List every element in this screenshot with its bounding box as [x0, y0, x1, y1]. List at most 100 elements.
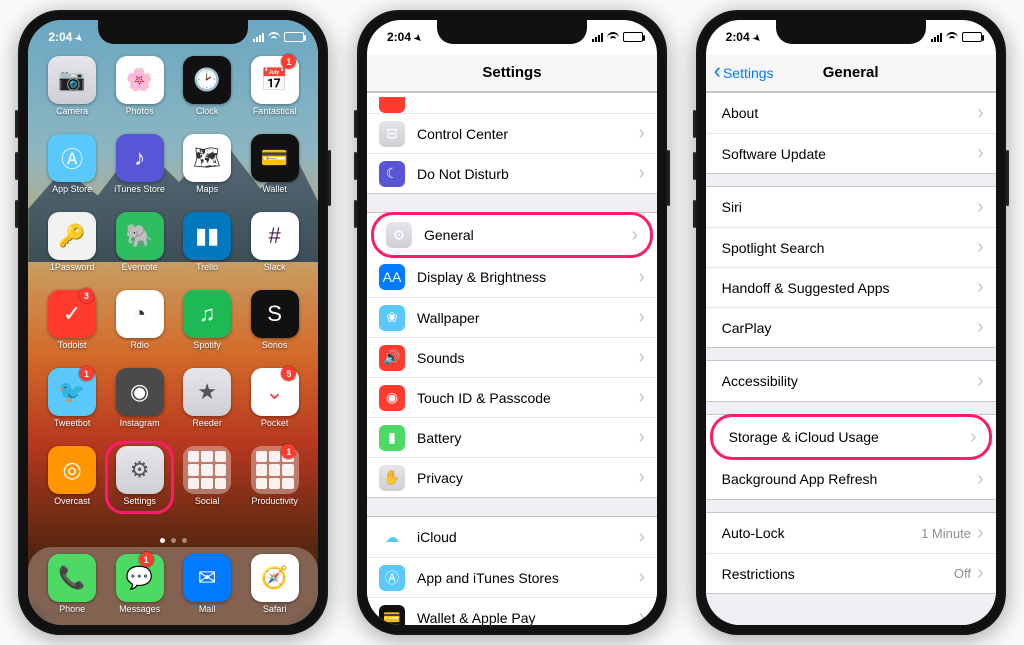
general-row-bg-refresh[interactable]: Background App Refresh — [706, 459, 996, 499]
app-label: Rdio — [130, 340, 149, 350]
app-fantastical[interactable]: 📅Fantastical1 — [243, 56, 307, 132]
sonos-icon: S — [251, 290, 299, 338]
row-label: Touch ID & Passcode — [417, 390, 638, 406]
app-label: Evernote — [122, 262, 158, 272]
row-label: Siri — [722, 199, 977, 215]
dock-app-phone[interactable]: 📞Phone — [48, 554, 96, 614]
app-evernote[interactable]: 🐘Evernote — [108, 212, 172, 288]
app-label: Maps — [196, 184, 218, 194]
app-tweetbot[interactable]: 🐦Tweetbot1 — [40, 368, 104, 444]
phone-icon: 📞 — [48, 554, 96, 602]
settings-row-control-center[interactable]: ⊟Control Center — [367, 113, 657, 153]
general-row-about[interactable]: About — [706, 93, 996, 133]
app-instagram[interactable]: ◉Instagram — [108, 368, 172, 444]
app-trello[interactable]: ▮▮Trello — [175, 212, 239, 288]
app-itunes[interactable]: ♪iTunes Store — [108, 134, 172, 210]
general-row-spotlight[interactable]: Spotlight Search — [706, 227, 996, 267]
settings-list[interactable]: ⊟Control Center☾Do Not Disturb⚙GeneralAA… — [367, 92, 657, 625]
settings-row-general[interactable]: ⚙General — [374, 215, 650, 255]
general-row-siri[interactable]: Siri — [706, 187, 996, 227]
app-social[interactable]: Social — [175, 446, 239, 522]
settings-row-airplane — [367, 93, 657, 113]
chevron-right-icon — [638, 306, 645, 329]
settings-row-wallet-pay[interactable]: 💳Wallet & Apple Pay — [367, 597, 657, 625]
row-label: Handoff & Suggested Apps — [722, 280, 977, 296]
general-row-accessibility[interactable]: Accessibility — [706, 361, 996, 401]
chevron-right-icon — [977, 276, 984, 299]
maps-icon: 🗺 — [183, 134, 231, 182]
settings-row-wallpaper[interactable]: ❀Wallpaper — [367, 297, 657, 337]
nav-bar: Settings General — [706, 54, 996, 92]
airplane-icon — [379, 97, 405, 113]
general-row-storage[interactable]: Storage & iCloud Usage — [713, 417, 989, 457]
badge: 1 — [79, 366, 94, 381]
general-row-carplay[interactable]: CarPlay — [706, 307, 996, 347]
settings-row-touchid[interactable]: ◉ Touch ID & Passcode — [367, 377, 657, 417]
app-slack[interactable]: #Slack — [243, 212, 307, 288]
dock-app-safari[interactable]: 🧭Safari — [251, 554, 299, 614]
icloud-icon: ☁ — [379, 524, 405, 550]
app-photos[interactable]: 🌸Photos — [108, 56, 172, 132]
app-pocket[interactable]: ⌄Pocket5 — [243, 368, 307, 444]
app-label: Trello — [196, 262, 218, 272]
general-row-software-update[interactable]: Software Update — [706, 133, 996, 173]
app-label: 1Password — [50, 262, 95, 272]
app-maps[interactable]: 🗺 Maps — [175, 134, 239, 210]
chevron-right-icon — [977, 522, 984, 545]
row-value: 1 Minute — [921, 526, 971, 541]
row-label: App and iTunes Stores — [417, 570, 638, 586]
chevron-right-icon — [638, 606, 645, 625]
app-overcast[interactable]: ◎Overcast — [40, 446, 104, 522]
back-button[interactable]: Settings — [714, 64, 774, 81]
app-wallet[interactable]: 💳Wallet — [243, 134, 307, 210]
app-label: Fantastical — [253, 106, 297, 116]
row-value: Off — [954, 566, 971, 581]
row-label: Privacy — [417, 470, 638, 486]
settings-row-battery[interactable]: ▮Battery — [367, 417, 657, 457]
badge: 3 — [79, 288, 94, 303]
spotify-icon: ♫ — [183, 290, 231, 338]
location-icon — [753, 30, 761, 44]
app-appstore[interactable]: ⒶApp Store — [40, 134, 104, 210]
settings-row-dnd[interactable]: ☾Do Not Disturb — [367, 153, 657, 193]
app-1password[interactable]: 🔑 1Password — [40, 212, 104, 288]
general-row-handoff[interactable]: Handoff & Suggested Apps — [706, 267, 996, 307]
app-label: Productivity — [251, 496, 298, 506]
general-row-auto-lock[interactable]: Auto-Lock1 Minute — [706, 513, 996, 553]
app-productivity[interactable]: Productivity1 — [243, 446, 307, 522]
dock-app-mail[interactable]: ✉Mail — [183, 554, 231, 614]
app-clock[interactable]: 🕑Clock — [175, 56, 239, 132]
app-label: Overcast — [54, 496, 90, 506]
touchid-icon: ◉ — [379, 385, 405, 411]
app-todoist[interactable]: ✓Todoist3 — [40, 290, 104, 366]
app-rdio[interactable]: ◔Rdio — [108, 290, 172, 366]
app-settings[interactable]: ⚙Settings — [108, 446, 172, 522]
general-row-restrictions[interactable]: RestrictionsOff — [706, 553, 996, 593]
app-reeder[interactable]: ★Reeder — [175, 368, 239, 444]
wallpaper-icon: ❀ — [379, 305, 405, 331]
sounds-icon: 🔊 — [379, 345, 405, 371]
row-label: Restrictions — [722, 566, 954, 582]
settings-row-stores[interactable]: ⒶApp and iTunes Stores — [367, 557, 657, 597]
settings-row-sounds[interactable]: 🔊Sounds — [367, 337, 657, 377]
cell-signal-icon — [253, 32, 264, 42]
general-list[interactable]: AboutSoftware Update Siri Spotlight Search… — [706, 92, 996, 625]
dock-app-messages[interactable]: 💬Messages1 — [116, 554, 164, 614]
1password-icon: 🔑 — [48, 212, 96, 260]
page-title: General — [823, 64, 879, 81]
app-label: Todoist — [58, 340, 87, 350]
row-label: Control Center — [417, 126, 638, 142]
app-camera[interactable]: 📷Camera — [40, 56, 104, 132]
app-sonos[interactable]: SSonos — [243, 290, 307, 366]
display-icon: AA — [379, 264, 405, 290]
settings-row-privacy[interactable]: ✋Privacy — [367, 457, 657, 497]
settings-row-display[interactable]: AADisplay & Brightness — [367, 257, 657, 297]
appstore-icon: Ⓐ — [48, 134, 96, 182]
app-label: Tweetbot — [54, 418, 91, 428]
page-indicator[interactable] — [28, 533, 318, 547]
chevron-left-icon — [714, 64, 721, 81]
app-spotify[interactable]: ♫Spotify — [175, 290, 239, 366]
chevron-right-icon — [638, 426, 645, 449]
notch — [437, 20, 587, 44]
settings-row-icloud[interactable]: ☁iCloud — [367, 517, 657, 557]
